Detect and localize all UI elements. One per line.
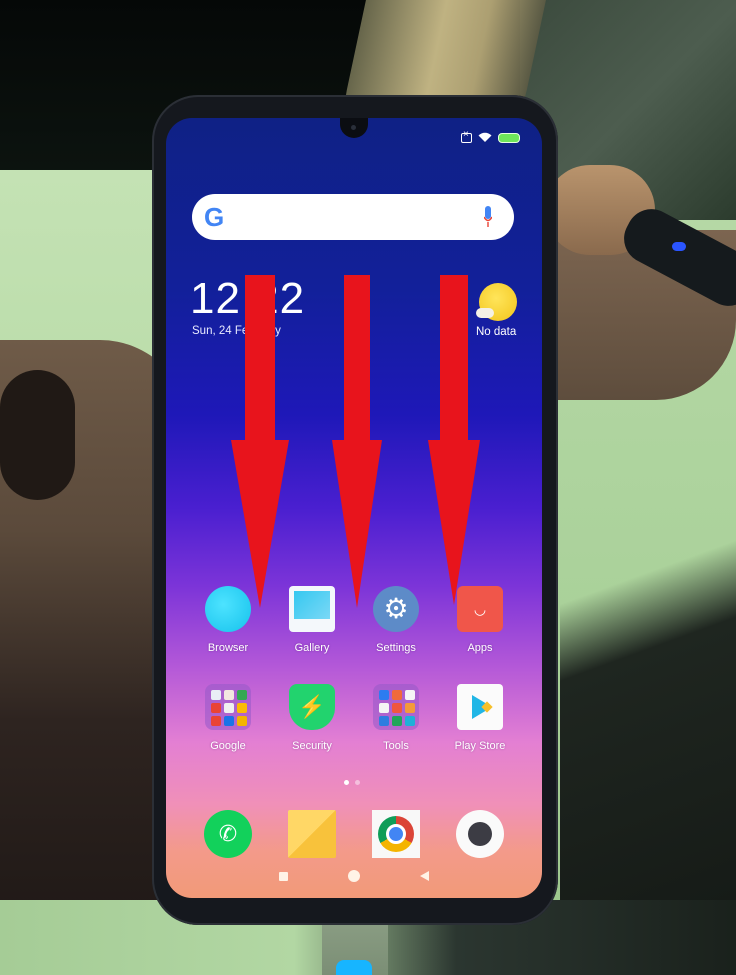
red-arrow-gallery <box>332 275 382 608</box>
red-arrow-browser <box>231 275 289 608</box>
red-arrow-apps <box>428 275 480 605</box>
annotation-arrows <box>231 275 480 608</box>
